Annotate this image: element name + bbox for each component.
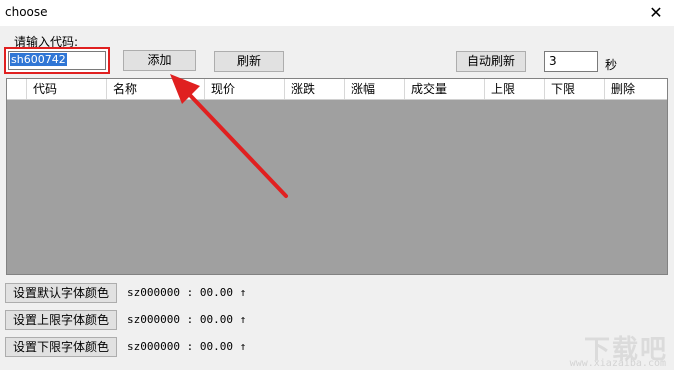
title-bar: choose ✕ <box>0 0 674 26</box>
window-title: choose <box>5 5 48 19</box>
refresh-button[interactable]: 刷新 <box>214 51 284 72</box>
add-button[interactable]: 添加 <box>123 50 196 71</box>
set-lower-color-button[interactable]: 设置下限字体颜色 <box>5 337 117 357</box>
grid-header: 代码 名称 现价 涨跌 涨幅 成交量 上限 下限 删除 <box>7 79 667 100</box>
lower-color-preview: sz000000 : 00.00 ↑ <box>127 340 247 353</box>
column-header-delete[interactable]: 删除 <box>605 79 667 99</box>
header-row-selector <box>7 79 27 99</box>
column-header-code[interactable]: 代码 <box>27 79 107 99</box>
close-icon[interactable]: ✕ <box>646 3 666 23</box>
code-input[interactable]: sh600742 <box>8 51 106 70</box>
set-default-color-button[interactable]: 设置默认字体颜色 <box>5 283 117 303</box>
stock-grid[interactable]: 代码 名称 现价 涨跌 涨幅 成交量 上限 下限 删除 <box>6 78 668 275</box>
column-header-lower[interactable]: 下限 <box>545 79 605 99</box>
auto-refresh-button[interactable]: 自动刷新 <box>456 51 526 72</box>
column-header-name[interactable]: 名称 <box>107 79 205 99</box>
interval-unit-label: 秒 <box>605 58 618 72</box>
interval-input[interactable]: 3 <box>544 51 598 72</box>
column-header-change-pct[interactable]: 涨幅 <box>345 79 405 99</box>
default-color-preview: sz000000 : 00.00 ↑ <box>127 286 247 299</box>
code-input-highlight: sh600742 <box>4 47 110 74</box>
column-header-volume[interactable]: 成交量 <box>405 79 485 99</box>
set-upper-color-button[interactable]: 设置上限字体颜色 <box>5 310 117 330</box>
column-header-change[interactable]: 涨跌 <box>285 79 345 99</box>
column-header-upper[interactable]: 上限 <box>485 79 545 99</box>
code-input-value: sh600742 <box>10 53 67 66</box>
upper-color-preview: sz000000 : 00.00 ↑ <box>127 313 247 326</box>
column-header-price[interactable]: 现价 <box>205 79 285 99</box>
